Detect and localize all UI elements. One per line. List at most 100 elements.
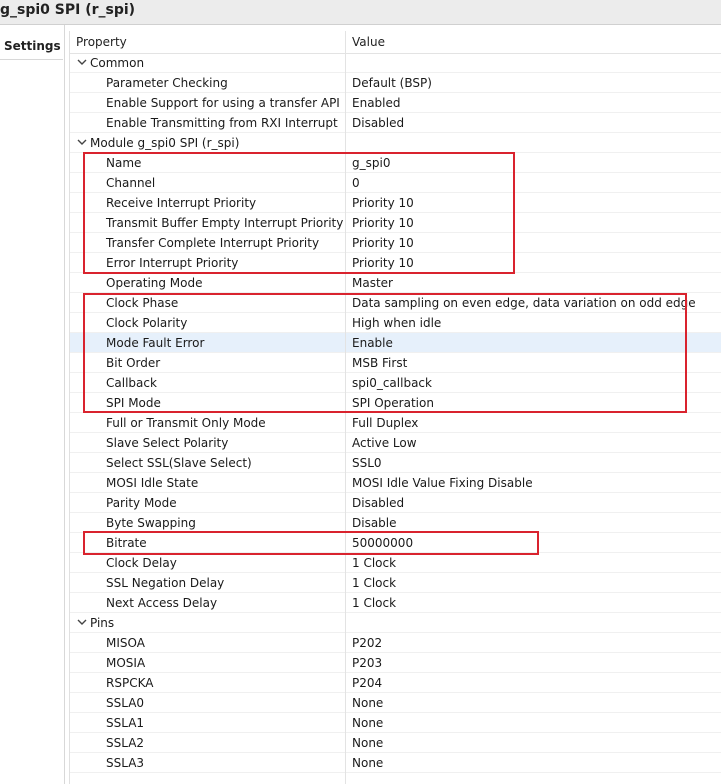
property-value[interactable]: Priority 10 (352, 236, 414, 250)
property-label: Clock Polarity (106, 316, 188, 330)
chevron-down-icon[interactable] (76, 615, 88, 629)
property-value[interactable]: Default (BSP) (352, 76, 432, 90)
property-label: Bitrate (106, 536, 147, 550)
property-row[interactable]: MISOA P202 (70, 633, 721, 653)
property-value[interactable]: Priority 10 (352, 256, 414, 270)
property-label: Common (90, 56, 145, 70)
tree-group-row[interactable]: Pins (70, 613, 721, 633)
property-row[interactable]: Error Interrupt Priority Priority 10 (70, 253, 721, 273)
property-value[interactable]: None (352, 736, 383, 750)
property-row[interactable]: SSLA3 None (70, 753, 721, 773)
property-row[interactable]: Enable Transmitting from RXI Interrupt Di… (70, 113, 721, 133)
column-separator[interactable] (345, 31, 346, 784)
property-value[interactable]: High when idle (352, 316, 441, 330)
property-row[interactable]: Bitrate 50000000 (70, 533, 721, 553)
property-value[interactable]: Priority 10 (352, 216, 414, 230)
property-label: SPI Mode (106, 396, 161, 410)
property-row[interactable]: Enable Support for using a transfer API E… (70, 93, 721, 113)
property-value[interactable]: spi0_callback (352, 376, 432, 390)
tree-group-row[interactable]: Module g_spi0 SPI (r_spi) (70, 133, 721, 153)
property-row[interactable]: MOSI Idle State MOSI Idle Value Fixing Di… (70, 473, 721, 493)
property-row[interactable]: Clock Polarity High when idle (70, 313, 721, 333)
property-row[interactable]: Slave Select Polarity Active Low (70, 433, 721, 453)
property-label: MISOA (106, 636, 145, 650)
property-row[interactable]: SSLA0 None (70, 693, 721, 713)
property-tree[interactable]: Property Value Common Parameter Checking D… (69, 31, 721, 784)
property-value[interactable]: g_spi0 (352, 156, 390, 170)
property-row[interactable]: MOSIA P203 (70, 653, 721, 673)
property-row[interactable]: Transmit Buffer Empty Interrupt Priority… (70, 213, 721, 233)
property-value[interactable]: P203 (352, 656, 382, 670)
property-row[interactable]: SSL Negation Delay 1 Clock (70, 573, 721, 593)
property-value[interactable]: P204 (352, 676, 382, 690)
property-value[interactable]: MSB First (352, 356, 407, 370)
property-value[interactable]: Enabled (352, 96, 401, 110)
property-row[interactable]: Name g_spi0 (70, 153, 721, 173)
property-row[interactable]: Bit Order MSB First (70, 353, 721, 373)
property-row[interactable]: Operating Mode Master (70, 273, 721, 293)
property-value[interactable]: P202 (352, 636, 382, 650)
property-value[interactable]: 1 Clock (352, 556, 396, 570)
property-row[interactable]: Clock Delay 1 Clock (70, 553, 721, 573)
property-value[interactable]: SPI Operation (352, 396, 434, 410)
property-row[interactable]: SSLA1 None (70, 713, 721, 733)
property-row[interactable]: Transfer Complete Interrupt Priority Prio… (70, 233, 721, 253)
property-value[interactable]: 1 Clock (352, 576, 396, 590)
chevron-down-icon[interactable] (76, 135, 88, 149)
property-label: MOSIA (106, 656, 146, 670)
property-value[interactable]: Full Duplex (352, 416, 418, 430)
property-label: Channel (106, 176, 156, 190)
property-label: Clock Delay (106, 556, 177, 570)
property-label: SSLA2 (106, 736, 145, 750)
property-value[interactable]: 1 Clock (352, 596, 396, 610)
property-row[interactable]: Byte Swapping Disable (70, 513, 721, 533)
property-row[interactable]: RSPCKA P204 (70, 673, 721, 693)
property-label: Mode Fault Error (106, 336, 205, 350)
property-row[interactable]: Parameter Checking Default (BSP) (70, 73, 721, 93)
property-label: Parity Mode (106, 496, 177, 510)
property-label: RSPCKA (106, 676, 154, 690)
property-row[interactable]: Clock Phase Data sampling on even edge, d… (70, 293, 721, 313)
property-value[interactable]: None (352, 756, 383, 770)
property-row[interactable]: Full or Transmit Only Mode Full Duplex (70, 413, 721, 433)
property-label: Next Access Delay (106, 596, 218, 610)
property-value[interactable]: SSL0 (352, 456, 382, 470)
property-label: Byte Swapping (106, 516, 196, 530)
property-value[interactable]: 50000000 (352, 536, 413, 550)
property-row[interactable]: Next Access Delay 1 Clock (70, 593, 721, 613)
property-value[interactable]: Enable (352, 336, 393, 350)
property-value[interactable]: Disable (352, 516, 397, 530)
property-label: Parameter Checking (106, 76, 228, 90)
tab-settings[interactable]: Settings (0, 31, 63, 60)
property-label: Bit Order (106, 356, 161, 370)
property-value[interactable]: MOSI Idle Value Fixing Disable (352, 476, 533, 490)
property-label: Full or Transmit Only Mode (106, 416, 266, 430)
property-value[interactable]: Active Low (352, 436, 417, 450)
property-value[interactable]: 0 (352, 176, 360, 190)
property-row[interactable]: Parity Mode Disabled (70, 493, 721, 513)
property-value[interactable]: Master (352, 276, 393, 290)
property-value[interactable]: None (352, 696, 383, 710)
property-row[interactable]: SSLA2 None (70, 733, 721, 753)
property-value[interactable]: Disabled (352, 116, 404, 130)
property-value[interactable]: Data sampling on even edge, data variati… (352, 296, 696, 310)
property-label: Clock Phase (106, 296, 179, 310)
column-header-value[interactable]: Value (352, 35, 385, 49)
property-row[interactable]: Select SSL(Slave Select) SSL0 (70, 453, 721, 473)
property-row[interactable]: Channel 0 (70, 173, 721, 193)
property-row[interactable]: Receive Interrupt Priority Priority 10 (70, 193, 721, 213)
property-row[interactable]: Callback spi0_callback (70, 373, 721, 393)
property-value[interactable]: Priority 10 (352, 196, 414, 210)
property-label: Receive Interrupt Priority (106, 196, 257, 210)
property-label: Slave Select Polarity (106, 436, 229, 450)
tree-group-row[interactable]: Common (70, 53, 721, 73)
property-label: Enable Support for using a transfer API (106, 96, 340, 110)
property-tree-header: Property Value (70, 31, 721, 54)
property-label: MOSI Idle State (106, 476, 199, 490)
property-row[interactable]: SPI Mode SPI Operation (70, 393, 721, 413)
property-row[interactable]: Mode Fault Error Enable (70, 333, 721, 353)
chevron-down-icon[interactable] (76, 55, 88, 69)
property-value[interactable]: None (352, 716, 383, 730)
column-header-property[interactable]: Property (76, 35, 127, 49)
property-value[interactable]: Disabled (352, 496, 404, 510)
